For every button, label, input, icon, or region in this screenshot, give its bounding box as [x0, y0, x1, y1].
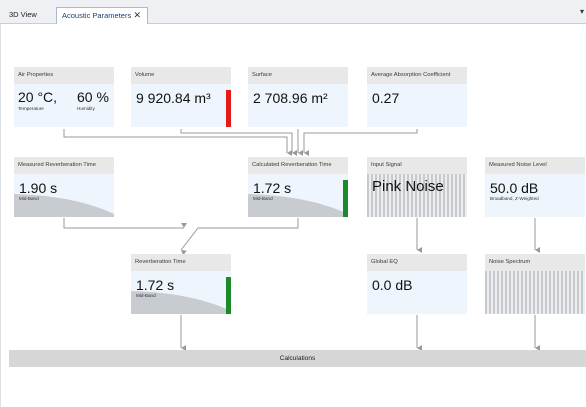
reverberation-time-sub: Mid-Band [136, 293, 156, 298]
input-signal-card[interactable]: Input Signal Pink Noise [367, 157, 467, 217]
volume-indicator [226, 90, 231, 127]
humidity-group: 60 % Humidity [77, 89, 109, 111]
calculated-rt-sub: Mid-Band [253, 196, 273, 201]
global-eq-card[interactable]: Global EQ 0.0 dB [367, 254, 467, 314]
tab-acoustic-parameters-label: Acoustic Parameters [62, 11, 132, 20]
card-title: Input Signal [367, 157, 467, 174]
calculated-rt-value: 1.72 s [253, 180, 292, 196]
temperature-value: 20 °C, [18, 89, 58, 105]
tab-3d-view[interactable]: 3D View [4, 7, 42, 24]
temperature-group: 20 °C, Temperature [18, 89, 57, 111]
calculations-button[interactable]: Calculations [9, 350, 586, 367]
surface-card[interactable]: Surface 2 708.96 m² [248, 67, 348, 127]
tab-acoustic-parameters[interactable]: Acoustic Parameters ✕ [56, 7, 148, 24]
humidity-value: 60 % [77, 89, 109, 105]
close-icon[interactable]: ✕ [133, 8, 141, 23]
noise-spectrum-card[interactable]: Noise Spectrum [485, 254, 585, 314]
noise-level-sub: Broadband, Z-Weighted [490, 196, 539, 201]
calculated-rt-indicator [343, 180, 348, 217]
card-title: Measured Reverberation Time [14, 157, 114, 174]
temperature-label: Temperature [18, 106, 44, 111]
absorption-card[interactable]: Average Absorption Coefficient 0.27 [367, 67, 467, 127]
tab-strip: 3D View Acoustic Parameters ✕ ▾ [0, 0, 586, 24]
card-title: Surface [248, 67, 348, 84]
card-title: Air Properties [14, 67, 114, 84]
noise-level-card[interactable]: Measured Noise Level 50.0 dB Broadband, … [485, 157, 585, 217]
measured-rt-value: 1.90 s [19, 180, 58, 196]
card-title: Volume [131, 67, 231, 84]
card-title: Average Absorption Coefficient [367, 67, 467, 84]
reverberation-time-value: 1.72 s [136, 277, 175, 293]
measured-rt-card[interactable]: Measured Reverberation Time 1.90 s Mid-B… [14, 157, 114, 217]
measured-rt-sub: Mid-Band [19, 196, 39, 201]
volume-value: 9 920.84 m³ [136, 90, 211, 106]
reverberation-time-card[interactable]: Reverberation Time 1.72 s Mid-Band [131, 254, 231, 314]
input-signal-value: Pink Noise [372, 178, 444, 195]
card-title: Reverberation Time [131, 254, 231, 271]
volume-card[interactable]: Volume 9 920.84 m³ [131, 67, 231, 127]
air-properties-card[interactable]: Air Properties 20 °C, Temperature 60 % H… [14, 67, 114, 127]
absorption-value: 0.27 [372, 90, 400, 106]
surface-value: 2 708.96 m² [253, 90, 328, 106]
noise-level-value: 50.0 dB [490, 180, 539, 196]
card-title: Noise Spectrum [485, 254, 585, 271]
reverberation-time-indicator [226, 277, 231, 314]
humidity-label: Humidity [77, 106, 95, 111]
calculated-rt-card[interactable]: Calculated Reverberation Time 1.72 s Mid… [248, 157, 348, 217]
global-eq-value: 0.0 dB [372, 277, 413, 293]
tab-overflow-icon[interactable]: ▾ [580, 7, 584, 16]
card-title: Measured Noise Level [485, 157, 585, 174]
spectrum-bars [485, 271, 585, 314]
card-title: Global EQ [367, 254, 467, 271]
card-title: Calculated Reverberation Time [248, 157, 348, 174]
